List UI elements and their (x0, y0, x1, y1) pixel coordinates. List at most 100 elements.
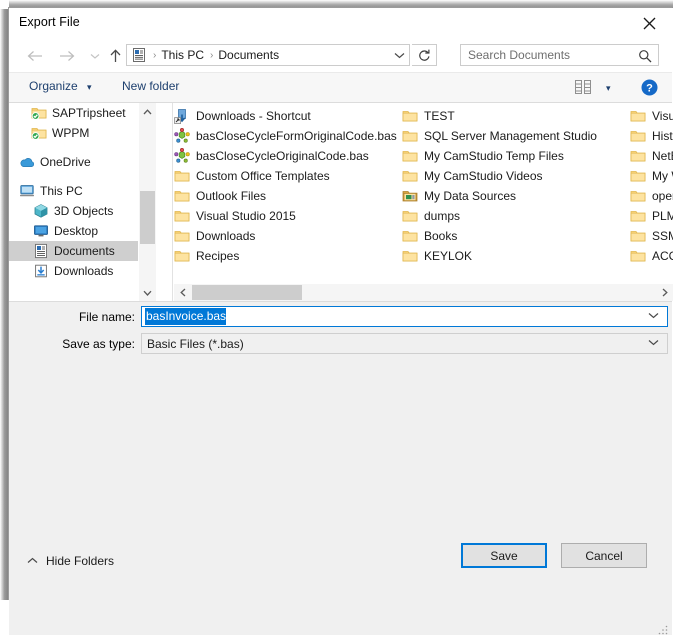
file-list-item[interactable]: open (630, 186, 673, 206)
folder-sync-icon (31, 125, 47, 141)
sidebar-item-label: SAPTripsheet (52, 106, 126, 120)
address-bar[interactable]: › This PC › Documents (126, 44, 410, 66)
arrow-right-icon[interactable] (57, 47, 77, 65)
file-list-item[interactable]: Downloads - Shortcut (174, 106, 402, 126)
file-list-item[interactable]: Hist (630, 126, 673, 146)
file-list-item[interactable]: ACC (630, 246, 673, 266)
arrow-up-icon[interactable] (105, 47, 125, 65)
filelist-horizontal-scrollbar[interactable] (174, 284, 673, 301)
form-area: File name: basInvoice.bas Save as type: … (9, 302, 672, 364)
scrollbar-thumb[interactable] (140, 191, 155, 244)
help-icon[interactable]: ? (641, 79, 658, 101)
file-list-column: TESTSQL Server Management StudioMy CamSt… (402, 106, 630, 266)
cancel-button[interactable]: Cancel (561, 543, 647, 568)
breadcrumb-documents[interactable]: Documents (218, 48, 279, 62)
file-name-label: File name: (29, 310, 135, 324)
file-list-item[interactable]: SSM (630, 226, 673, 246)
sidebar-item-onedrive[interactable]: OneDrive (9, 152, 156, 172)
folder-icon (174, 208, 190, 224)
sidebar-item-documents[interactable]: Documents (9, 241, 156, 261)
file-list-item[interactable]: My Data Sources (402, 186, 630, 206)
navpane-scrollbar[interactable] (138, 103, 156, 301)
file-list-item[interactable]: Custom Office Templates (174, 166, 402, 186)
file-list-item[interactable]: Visu (630, 106, 673, 126)
command-bar: Organize ▾ New folder ▾ ? (9, 72, 672, 103)
folder-icon (402, 248, 418, 264)
file-list-item-label: KEYLOK (424, 249, 472, 263)
sidebar-item-wppm[interactable]: WPPM (9, 123, 156, 143)
sidebar-item-downloads[interactable]: Downloads (9, 261, 156, 281)
chevron-right-icon[interactable] (656, 284, 673, 301)
file-list-item[interactable]: Outlook Files (174, 186, 402, 206)
view-options-chevron-icon[interactable]: ▾ (606, 83, 611, 94)
sidebar-item-label: This PC (40, 184, 83, 198)
content-area: SAPTripsheet WPPM OneDrive This PC 3D Object… (9, 103, 672, 302)
file-list-item-label: Visu (652, 109, 673, 123)
close-icon[interactable] (626, 8, 672, 38)
search-input[interactable]: Search Documents (460, 44, 659, 66)
file-list-item[interactable]: Recipes (174, 246, 402, 266)
file-list-item[interactable]: Downloads (174, 226, 402, 246)
file-list[interactable]: Downloads - ShortcutbasCloseCycleFormOri… (174, 103, 673, 301)
arrow-left-icon[interactable] (25, 47, 45, 65)
file-list-item[interactable]: dumps (402, 206, 630, 226)
navigation-pane: SAPTripsheet WPPM OneDrive This PC 3D Object… (9, 103, 156, 301)
3d-objects-icon (33, 203, 49, 219)
file-list-item[interactable]: Books (402, 226, 630, 246)
folder-icon (630, 148, 646, 164)
folder-icon (174, 228, 190, 244)
scrollbar-thumb[interactable] (192, 285, 302, 300)
file-list-item[interactable]: My CamStudio Videos (402, 166, 630, 186)
folder-icon (402, 128, 418, 144)
file-list-item[interactable]: KEYLOK (402, 246, 630, 266)
view-layout-icon[interactable] (575, 80, 595, 100)
breadcrumb-this-pc[interactable]: This PC (161, 48, 204, 62)
folder-icon (630, 208, 646, 224)
sidebar-item-desktop[interactable]: Desktop (9, 221, 156, 241)
address-dropdown-icon[interactable] (388, 44, 411, 66)
file-list-item-label: Visual Studio 2015 (196, 209, 296, 223)
file-list-item-label: Custom Office Templates (196, 169, 330, 183)
refresh-icon[interactable] (412, 44, 437, 66)
chevron-down-icon[interactable] (85, 47, 105, 65)
chevron-down-icon[interactable] (139, 284, 156, 301)
hide-folders-button[interactable]: Hide Folders (27, 554, 114, 568)
file-list-item[interactable]: Visual Studio 2015 (174, 206, 402, 226)
chevron-down-icon[interactable] (648, 337, 659, 349)
file-name-input[interactable]: basInvoice.bas (141, 306, 668, 327)
save-button[interactable]: Save (461, 543, 547, 568)
file-list-item-label: My W (652, 169, 673, 183)
file-list-item-label: PLM (652, 209, 673, 223)
file-list-item[interactable]: NetB (630, 146, 673, 166)
file-list-item[interactable]: basCloseCycleFormOriginalCode.bas (174, 126, 402, 146)
downloads-icon (33, 263, 49, 279)
sidebar-item-3d-objects[interactable]: 3D Objects (9, 201, 156, 221)
file-list-item-label: Recipes (196, 249, 239, 263)
new-folder-button[interactable]: New folder (122, 79, 179, 93)
pane-splitter[interactable] (156, 103, 173, 301)
file-list-item[interactable]: My CamStudio Temp Files (402, 146, 630, 166)
save-as-type-label: Save as type: (29, 337, 135, 351)
dialog-footer: Hide Folders Save Cancel (9, 536, 672, 635)
breadcrumb-separator: › (210, 50, 213, 61)
file-list-item-label: dumps (424, 209, 460, 223)
organize-button[interactable]: Organize (29, 79, 78, 93)
chevron-down-icon[interactable]: ▾ (87, 82, 92, 93)
file-list-item[interactable]: SQL Server Management Studio (402, 126, 630, 146)
sidebar-item-this-pc[interactable]: This PC (9, 181, 156, 201)
sidebar-item-label: Desktop (54, 224, 98, 238)
folder-icon (402, 208, 418, 224)
export-file-dialog: Export File (8, 7, 672, 600)
chevron-up-icon[interactable] (139, 103, 156, 120)
file-list-item[interactable]: basCloseCycleOriginalCode.bas (174, 146, 402, 166)
file-list-item[interactable]: TEST (402, 106, 630, 126)
file-list-item[interactable]: My W (630, 166, 673, 186)
sidebar-item-saptripsheet[interactable]: SAPTripsheet (9, 103, 156, 123)
folder-icon (630, 248, 646, 264)
file-name-value: basInvoice.bas (145, 308, 226, 325)
chevron-left-icon[interactable] (174, 284, 191, 301)
resize-grip-icon[interactable] (658, 622, 668, 632)
chevron-down-icon[interactable] (648, 310, 659, 322)
save-as-type-select[interactable]: Basic Files (*.bas) (141, 333, 668, 354)
file-list-item[interactable]: PLM (630, 206, 673, 226)
